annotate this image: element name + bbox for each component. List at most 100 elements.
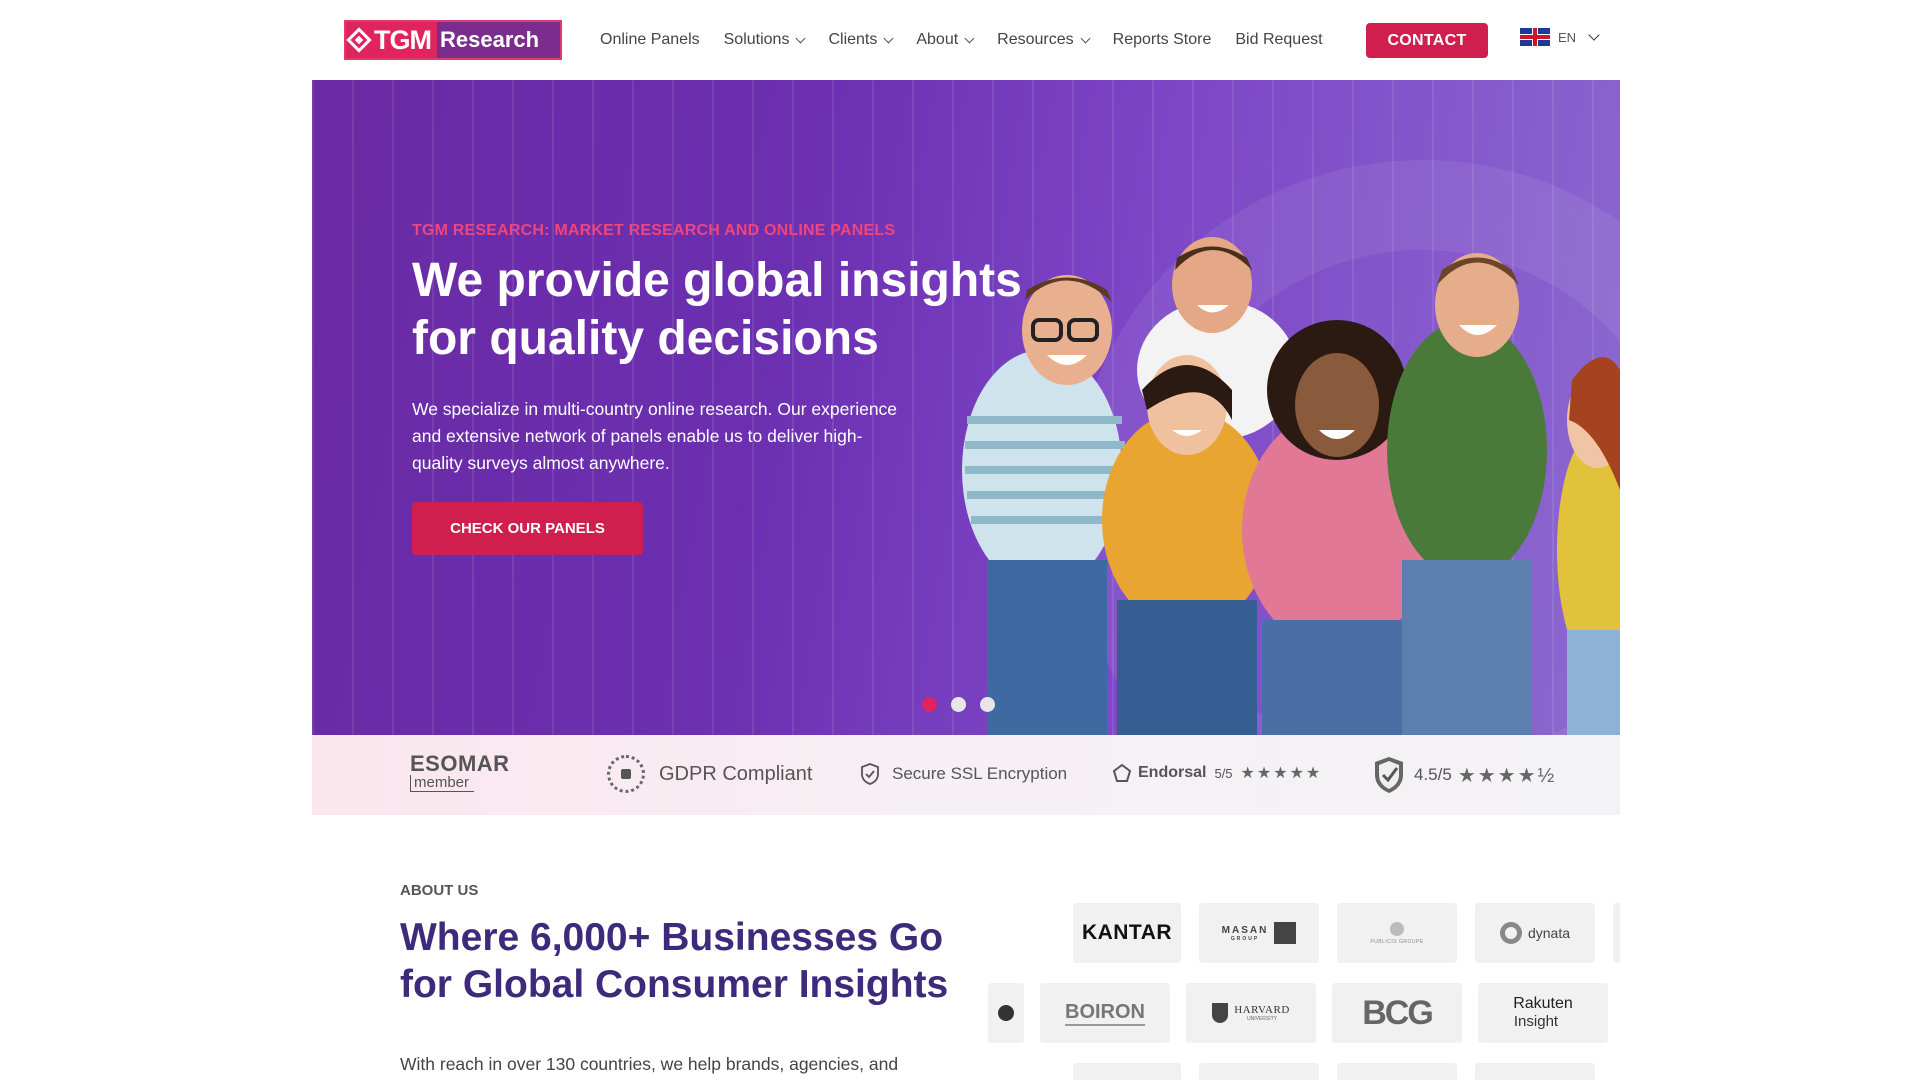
- endorsal-score: 5/5: [1214, 765, 1233, 781]
- nav-bid-request[interactable]: Bid Request: [1235, 31, 1322, 49]
- ssl-badge: Secure SSL Encryption: [860, 763, 1067, 785]
- about-description: With reach in over 130 countries, we hel…: [400, 1054, 899, 1074]
- nav-online-panels[interactable]: Online Panels: [600, 31, 700, 49]
- nav-clients[interactable]: Clients: [828, 31, 894, 49]
- insight-text: Insight: [1513, 1013, 1559, 1030]
- kantar-logo: KANTAR: [1073, 903, 1181, 963]
- publicis-text: PUBLICIS GROUPE: [1370, 938, 1424, 945]
- harvard-text: HARVARD: [1234, 1004, 1290, 1016]
- nav-about[interactable]: About: [916, 31, 975, 49]
- nav-resources[interactable]: Resources: [997, 31, 1091, 49]
- nav-label: About: [916, 31, 959, 48]
- esomar-title: ESOMAR: [410, 751, 510, 776]
- chevron-down-icon: [796, 33, 806, 43]
- person-striped-shirt: [962, 275, 1125, 735]
- language-selector[interactable]: EN: [1520, 28, 1600, 46]
- rating-stars: ★★★★½: [1457, 764, 1557, 787]
- hero-kicker: TGM RESEARCH: MARKET RESEARCH AND ONLINE…: [412, 222, 896, 239]
- row3-logo-3: [1337, 1063, 1457, 1080]
- person-green-shirt: [1387, 253, 1547, 735]
- nav-label: Online Panels: [600, 31, 700, 48]
- nav-label: Reports Store: [1112, 31, 1212, 48]
- row3-logo-1: [1073, 1063, 1181, 1080]
- harvard-shield-icon: [1212, 1003, 1229, 1023]
- dynata-ring-icon: [1499, 922, 1522, 944]
- hero-slider: TGM RESEARCH: MARKET RESEARCH AND ONLINE…: [312, 80, 1620, 735]
- endorsal-icon: [1112, 763, 1132, 782]
- publicis-logo: PUBLICIS GROUPE: [1337, 903, 1457, 963]
- harvard-wordmark: HARVARD UNIVERSITY: [1234, 1004, 1290, 1022]
- shield-rating-icon: [1375, 757, 1403, 793]
- esomar-badge: ESOMAR member: [410, 753, 510, 792]
- uk-flag-icon: [1520, 28, 1550, 46]
- nav-label: Clients: [828, 31, 878, 48]
- client-logo-grid: KANTAR MASAN GROUP PUBLICIS GROUPE dynat…: [988, 895, 1620, 1080]
- site-header: TGM Research Online Panels Solutions Cli…: [0, 0, 1920, 80]
- harvard-logo: HARVARD UNIVERSITY: [1186, 983, 1316, 1043]
- partial-logo-left: [988, 983, 1024, 1043]
- nav-label: Solutions: [723, 31, 790, 48]
- harvard-sub: UNIVERSITY: [1246, 1016, 1277, 1022]
- boiron-text: BOIRON: [1065, 1001, 1145, 1026]
- trust-bar: ESOMAR member GDPR Compliant Secure SSL …: [312, 735, 1620, 815]
- about-title-line1: Where 6,000+ Businesses Go: [400, 916, 944, 959]
- slider-dots: [922, 697, 1009, 712]
- boiron-logo: BOIRON: [1040, 983, 1170, 1043]
- dynata-logo: dynata: [1475, 903, 1595, 963]
- masan-sub: GROUP: [1230, 935, 1260, 942]
- endorsal-stars: ★★★★★: [1240, 765, 1323, 782]
- hero-title: We provide global insights for quality d…: [412, 252, 1032, 368]
- about-title: Where 6,000+ Businesses Go for Global Co…: [400, 914, 960, 1008]
- rakuten-text: Rakuten: [1513, 995, 1573, 1012]
- rakuten-insight-logo: Rakuten Insight: [1478, 983, 1608, 1043]
- bcg-text: BCG: [1362, 993, 1434, 1032]
- row3-logo-4: [1475, 1063, 1595, 1080]
- slider-dot-1[interactable]: [922, 697, 937, 712]
- gdpr-label: GDPR Compliant: [659, 762, 813, 785]
- nav-solutions[interactable]: Solutions: [723, 31, 806, 49]
- gdpr-lock-icon: [607, 755, 645, 793]
- partial-round-icon: [998, 1005, 1014, 1021]
- chevron-down-icon: [1588, 29, 1600, 41]
- chevron-down-icon: [964, 33, 975, 43]
- slider-dot-2[interactable]: [951, 697, 966, 712]
- logo-tgm-mark: TGM: [346, 22, 437, 58]
- logo-research-text: Research: [440, 27, 540, 52]
- nav-reports-store[interactable]: Reports Store: [1113, 31, 1212, 49]
- about-kicker: ABOUT US: [400, 882, 479, 899]
- tgm-logo[interactable]: TGM Research: [344, 20, 562, 60]
- partial-logo: [1613, 903, 1620, 963]
- row3-logo-2: [1199, 1063, 1319, 1080]
- nav-label: Resources: [997, 31, 1074, 48]
- masan-wordmark: MASAN GROUP: [1222, 925, 1269, 942]
- slider-dot-3[interactable]: [980, 697, 995, 712]
- hero-title-line2: for quality decisions: [412, 312, 879, 365]
- ssl-label: Secure SSL Encryption: [892, 764, 1068, 783]
- rating-score: 4.5/5: [1414, 765, 1452, 784]
- language-label: EN: [1558, 29, 1577, 45]
- rating-badge: 4.5/5 ★★★★½: [1372, 755, 1556, 795]
- publicis-lion-icon: [1390, 921, 1404, 936]
- endorsal-name: Endorsal: [1138, 764, 1207, 781]
- masan-mark-icon: [1274, 922, 1297, 944]
- nav-label: Bid Request: [1235, 31, 1323, 48]
- shield-check-icon: [861, 763, 879, 785]
- logo-tgm-text: TGM: [374, 24, 432, 55]
- person-yellow-right: [1557, 357, 1620, 735]
- chevron-down-icon: [1080, 33, 1091, 43]
- about-title-line2: for Global Consumer Insights: [400, 963, 949, 1006]
- chevron-down-icon: [883, 33, 894, 43]
- masan-logo: MASAN GROUP: [1199, 903, 1319, 963]
- kantar-text: KANTAR: [1081, 921, 1173, 944]
- contact-button[interactable]: CONTACT: [1366, 23, 1488, 58]
- main-nav: Online Panels Solutions Clients About Re…: [600, 26, 1347, 54]
- gdpr-badge: GDPR Compliant: [607, 755, 812, 793]
- endorsal-badge: Endorsal 5/5 ★★★★★: [1112, 763, 1322, 783]
- bcg-logo: BCG: [1332, 983, 1462, 1043]
- hero-people-image: [962, 237, 1620, 735]
- masan-text: MASAN: [1221, 924, 1269, 936]
- check-our-panels-button[interactable]: CHECK OUR PANELS: [412, 502, 643, 555]
- dynata-text: dynata: [1527, 925, 1571, 941]
- diamond-icon: [346, 27, 372, 53]
- hero-title-line1: We provide global insights: [412, 254, 1022, 307]
